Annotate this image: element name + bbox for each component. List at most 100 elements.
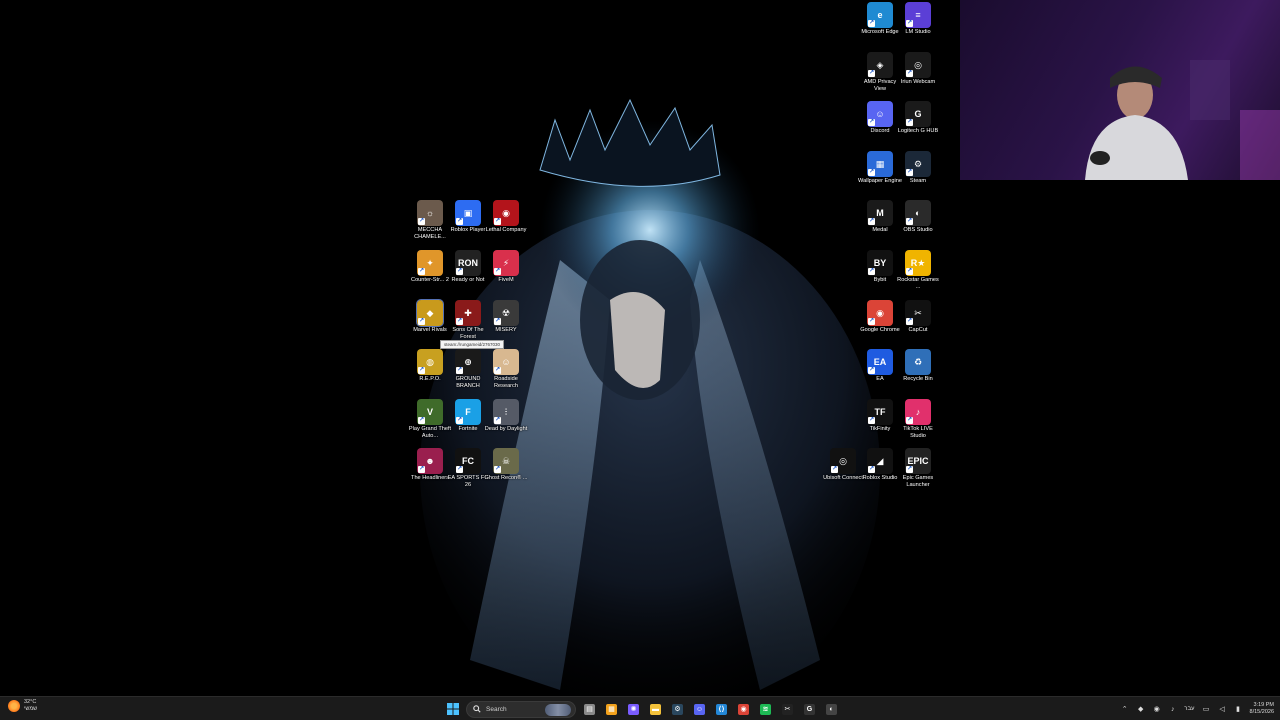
tray-mic-icon[interactable]: ♪: [1168, 705, 1177, 714]
ubisoft-icon: ◎ ↗: [830, 448, 856, 474]
desktop-icon-headliners[interactable]: ☻ ↗ The Headliners: [410, 448, 450, 482]
desktop-icon-edge[interactable]: e ↗ Microsoft Edge: [860, 2, 900, 36]
desktop-icon-steam[interactable]: ⚙ ↗ Steam: [898, 151, 938, 185]
gta-icon: V ↗: [417, 399, 443, 425]
lethal-company-icon: ◉ ↗: [493, 200, 519, 226]
desktop-icon-roadside-research[interactable]: ☺ ↗ Roadside Research: [486, 349, 526, 390]
tray-clock[interactable]: 3:19 PM 8/15/2026: [1250, 702, 1274, 716]
windows-start-icon: [446, 703, 459, 715]
desktop-icon-cs2[interactable]: ✦ ↗ Counter-Str... 2: [410, 250, 450, 284]
desktop-icon-amd-privacy[interactable]: ◈ ↗ AMD Privacy View: [860, 52, 900, 93]
shortcut-arrow-icon: ↗: [906, 70, 913, 77]
tray-overflow-icon[interactable]: ⌃: [1120, 705, 1129, 714]
desktop-icon-ready-or-not[interactable]: RON ↗ Ready or Not: [448, 250, 488, 284]
shortcut-arrow-icon: ↗: [906, 466, 913, 473]
desktop-icon-logitech-ghub[interactable]: G ↗ Logitech G HUB: [898, 101, 938, 135]
taskbar-capcut-taskbar-button[interactable]: ✂: [779, 700, 796, 718]
desktop-icon-ea[interactable]: EA ↗ EA: [860, 349, 900, 383]
desktop-icon-recycle-bin[interactable]: ♻ Recycle Bin: [898, 349, 938, 383]
desktop-icon-epic-games[interactable]: EPIC ↗ Epic Games Launcher: [898, 448, 938, 489]
desktop-icon-chrome[interactable]: ◉ ↗ Google Chrome: [860, 300, 900, 334]
desktop-icon-obs[interactable]: ◐ ↗ OBS Studio: [898, 200, 938, 234]
tray-language[interactable]: עבר: [1184, 706, 1194, 712]
taskbar-obs-taskbar-button[interactable]: ◐: [823, 700, 840, 718]
widgets-icon: ▦: [606, 703, 617, 715]
desktop-icon-roblox-studio[interactable]: ◢ ↗ Roblox Studio: [860, 448, 900, 482]
shortcut-arrow-icon: ↗: [494, 417, 501, 424]
taskbar-discord-taskbar-button[interactable]: ☺: [691, 700, 708, 718]
taskbar-search[interactable]: Search: [466, 700, 576, 718]
taskbar-steam-taskbar-button[interactable]: ⚙: [669, 700, 686, 718]
tray-network-icon[interactable]: ◉: [1152, 705, 1161, 714]
desktop-icon-lethal-company[interactable]: ◉ ↗ Lethal Company: [486, 200, 526, 234]
desktop-icon-label: Lethal Company: [485, 227, 527, 233]
desktop-icon-ground-branch[interactable]: ⊕ ↗ GROUND BRANCH: [448, 349, 488, 390]
desktop-icon-misery[interactable]: ☢ ↗ MISERY: [486, 300, 526, 334]
desktop-icon-ea-fc[interactable]: FC ↗ EA SPORTS FC 26: [448, 448, 488, 489]
search-label: Search: [486, 705, 507, 713]
desktop-icon-label: MISERY: [495, 327, 517, 333]
cs2-icon: ✦ ↗: [417, 250, 443, 276]
taskbar-copilot-button[interactable]: ✺: [625, 700, 642, 718]
bybit-icon: BY ↗: [867, 250, 893, 276]
desktop-icon-tikfinity[interactable]: TF ↗ TikFinity: [860, 399, 900, 433]
file-explorer-icon: ▬: [650, 703, 661, 715]
logitech-ghub-icon: G ↗: [905, 101, 931, 127]
desktop-icon-sons-of-the-forest[interactable]: ✚ ↗ Sons Of The Forest: [448, 300, 488, 341]
shortcut-arrow-icon: ↗: [868, 218, 875, 225]
start-button[interactable]: [444, 700, 461, 718]
shortcut-arrow-icon: ↗: [418, 417, 425, 424]
desktop-icon-wallpaper-engine[interactable]: ▦ ↗ Wallpaper Engine: [858, 151, 902, 185]
desktop-icon-chameleon[interactable]: ☼ ↗ MECCHA CHAMELE...: [410, 200, 450, 241]
shortcut-arrow-icon: ↗: [831, 466, 838, 473]
desktop-icon-label: Ghost Recon® ...: [484, 475, 528, 481]
ea-icon: EA ↗: [867, 349, 893, 375]
taskbar-chrome-taskbar-button[interactable]: ◉: [735, 700, 752, 718]
desktop-icon-tiktok-live[interactable]: ♪ ↗ TikTok LIVE Studio: [898, 399, 938, 440]
taskbar-spotify-button[interactable]: ≋: [757, 700, 774, 718]
desktop-icon-ghost-recon[interactable]: ☠ ↗ Ghost Recon® ...: [484, 448, 528, 482]
desktop-icon-ubisoft[interactable]: ◎ ↗ Ubisoft Connect: [823, 448, 863, 482]
tray-app-icon[interactable]: ◆: [1136, 705, 1145, 714]
system-tray: ⌃ ◆ ◉ ♪ עבר ▭ ◁ ▮ 3:19 PM 8/15/2026: [1120, 699, 1274, 719]
taskbar-file-explorer-button[interactable]: ▬: [647, 700, 664, 718]
dead-by-daylight-icon: ⫶ ↗: [493, 399, 519, 425]
desktop-icon-iriun-webcam[interactable]: ◎ ↗ Iriun Webcam: [898, 52, 938, 86]
shortcut-arrow-icon: ↗: [868, 119, 875, 126]
shortcut-arrow-icon: ↗: [494, 318, 501, 325]
desktop-icon-rockstar[interactable]: R★ ↗ Rockstar Games ...: [897, 250, 939, 291]
sons-of-the-forest-icon: ✚ ↗: [455, 300, 481, 326]
tray-volume-icon[interactable]: ◁: [1218, 705, 1227, 714]
desktop-icon-label: FiveM: [498, 277, 514, 283]
desktop-icon-fortnite[interactable]: F ↗ Fortnite: [448, 399, 488, 433]
desktop-icon-capcut[interactable]: ✂ ↗ CapCut: [898, 300, 938, 334]
desktop-icon-repo[interactable]: ◍ ↗ R.E.P.O.: [410, 349, 450, 383]
taskbar-vscode-button[interactable]: ⟨⟩: [713, 700, 730, 718]
tray-display-icon[interactable]: ▭: [1202, 705, 1211, 714]
weather-sun-icon: [8, 700, 20, 712]
copilot-icon: ✺: [628, 703, 639, 715]
weather-widget[interactable]: 32°C שמשי: [8, 699, 37, 713]
taskbar-logitech-taskbar-button[interactable]: G: [801, 700, 818, 718]
roblox-studio-icon: ◢ ↗: [867, 448, 893, 474]
capcut-icon: ✂ ↗: [905, 300, 931, 326]
desktop-icon-gta[interactable]: V ↗ Play Grand Theft Auto...: [409, 399, 451, 440]
desktop-icon-discord[interactable]: ☺ ↗ Discord: [860, 101, 900, 135]
capcut-taskbar-icon: ✂: [782, 703, 793, 715]
desktop-icon-lm-studio[interactable]: ≡ ↗ LM Studio: [898, 2, 938, 36]
desktop-icon-medal[interactable]: M ↗ Medal: [860, 200, 900, 234]
desktop-icon-dead-by-daylight[interactable]: ⫶ ↗ Dead by Daylight: [485, 399, 527, 433]
desktop-icon-label: Recycle Bin: [903, 376, 933, 382]
webcam-overlay: [960, 0, 1280, 180]
search-icon: [473, 705, 481, 713]
desktop-icon-roblox[interactable]: ▣ ↗ Roblox Player: [448, 200, 488, 234]
desktop-icon-fivem[interactable]: ⚡ ↗ FiveM: [486, 250, 526, 284]
taskbar-widgets-button[interactable]: ▦: [603, 700, 620, 718]
desktop-icon-marvel-rivals[interactable]: ◆ ↗ Marvel Rivals: [410, 299, 450, 334]
medal-icon: M ↗: [867, 200, 893, 226]
taskbar-task-view-button[interactable]: ▤: [581, 700, 598, 718]
shortcut-arrow-icon: ↗: [868, 169, 875, 176]
desktop-icon-bybit[interactable]: BY ↗ Bybit: [860, 250, 900, 284]
amd-privacy-icon: ◈ ↗: [867, 52, 893, 78]
tray-battery-icon[interactable]: ▮: [1234, 705, 1243, 714]
